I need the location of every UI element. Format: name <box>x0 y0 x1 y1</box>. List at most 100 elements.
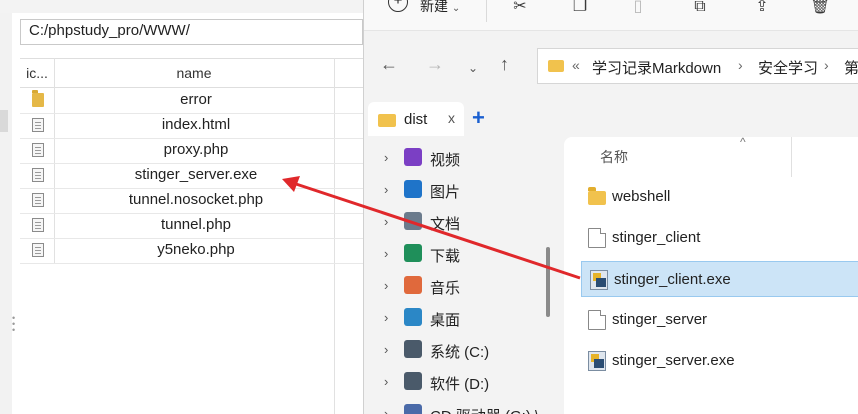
path-input[interactable]: C:/phpstudy_pro/WWW/ <box>20 19 363 45</box>
file-item[interactable]: stinger_client.exe <box>581 261 858 297</box>
breadcrumb-next[interactable]: 第 <box>844 57 858 78</box>
explorer-toolbar: + 新建 ⌄ ✂ ❐ ▯ ⧉ ⇪ 🗑 <box>364 0 858 31</box>
file-name[interactable]: tunnel.php <box>56 216 336 233</box>
desktop-icon <box>404 308 422 326</box>
file-icon <box>32 218 44 232</box>
breadcrumb-chevron-icon[interactable]: › <box>738 57 743 73</box>
executable-icon <box>590 270 608 290</box>
music-icon <box>404 276 422 294</box>
forward-icon[interactable]: → <box>426 54 444 74</box>
breadcrumb-chevron-icon[interactable]: › <box>824 57 829 73</box>
nav-item[interactable]: › 文档 <box>364 206 549 238</box>
nav-item[interactable]: › 系统 (C:) <box>364 334 549 366</box>
folder-icon <box>378 114 396 127</box>
tab-dist[interactable]: dist x <box>368 102 464 136</box>
breadcrumb-security[interactable]: 安全学习 <box>758 57 818 78</box>
tab-bar: dist x + <box>364 100 858 136</box>
file-icon <box>588 228 606 248</box>
file-item[interactable]: stinger_client <box>580 220 858 256</box>
file-item-label: stinger_client.exe <box>614 271 731 288</box>
nav-item[interactable]: › 图片 <box>364 174 549 206</box>
file-name[interactable]: tunnel.nosocket.php <box>56 191 336 208</box>
expand-chevron-icon[interactable]: › <box>384 150 388 165</box>
nav-item[interactable]: › 软件 (D:) <box>364 366 549 398</box>
nav-item-label: 音乐 <box>430 280 461 297</box>
nav-item[interactable]: › 下载 <box>364 238 549 270</box>
delete-icon[interactable]: 🗑 <box>810 0 830 15</box>
top-tab-strip <box>0 0 363 13</box>
drive-icon <box>404 372 422 390</box>
expand-chevron-icon[interactable]: › <box>384 342 388 357</box>
back-icon[interactable]: ← <box>380 54 398 74</box>
nav-item[interactable]: › 视频 <box>364 142 549 174</box>
expand-chevron-icon[interactable]: › <box>384 374 388 389</box>
nav-item-label: 视频 <box>430 152 461 169</box>
download-icon <box>404 244 422 262</box>
file-row[interactable]: tunnel.nosocket.php <box>20 188 363 214</box>
gutter-block <box>0 110 8 132</box>
nav-item[interactable]: › 音乐 <box>364 270 549 302</box>
file-name[interactable]: proxy.php <box>56 141 336 158</box>
file-name[interactable]: error <box>56 91 336 108</box>
drive-icon <box>404 340 422 358</box>
video-icon <box>404 148 422 166</box>
recent-locations-icon[interactable]: ⌄ <box>468 58 478 78</box>
paste-icon[interactable]: ▯ <box>628 0 648 15</box>
file-item[interactable]: stinger_server.exe <box>580 343 858 379</box>
file-row[interactable]: index.html <box>20 113 363 139</box>
expand-chevron-icon[interactable]: › <box>384 246 388 261</box>
nav-item-label: 系统 (C:) <box>430 344 490 361</box>
folder-icon <box>548 60 564 72</box>
cut-icon[interactable]: ✂ <box>510 0 530 15</box>
file-item-label: stinger_server.exe <box>612 352 735 369</box>
pictures-icon <box>404 180 422 198</box>
file-row[interactable]: tunnel.php <box>20 213 363 239</box>
column-divider[interactable] <box>791 137 792 177</box>
file-name[interactable]: stinger_server.exe <box>56 166 336 183</box>
nav-item-label: 软件 (D:) <box>430 376 490 393</box>
file-row[interactable]: error <box>20 88 363 114</box>
nav-item[interactable]: › CD 驱动器 (G:) \ <box>364 398 549 414</box>
file-item-label: stinger_server <box>612 311 708 328</box>
expand-chevron-icon[interactable]: › <box>384 406 388 414</box>
address-bar[interactable]: « 学习记录Markdown › 安全学习 › 第 <box>537 48 858 84</box>
nav-item-label: 下载 <box>430 248 461 265</box>
column-header-name[interactable]: 名称 <box>600 147 628 167</box>
file-row[interactable]: proxy.php <box>20 138 363 164</box>
file-icon <box>32 193 44 207</box>
nav-item[interactable]: › 桌面 <box>364 302 549 334</box>
rename-icon[interactable]: ⧉ <box>690 0 710 15</box>
copy-icon[interactable]: ❐ <box>570 0 590 15</box>
tab-label: dist <box>404 111 428 128</box>
side-gutter: • • • <box>0 13 15 414</box>
sort-chevron-icon[interactable]: ^ <box>740 135 746 149</box>
documents-icon <box>404 212 422 230</box>
expand-chevron-icon[interactable]: › <box>384 182 388 197</box>
file-row[interactable]: y5neko.php <box>20 238 363 264</box>
file-name[interactable]: index.html <box>56 116 336 133</box>
navigation-pane: › 视频 › 图片 › 文档 › 下载 › 音乐 › 桌面 › 系统 (C:) › 软件 (D:) › CD 驱动… <box>364 137 549 414</box>
new-tab-button[interactable]: + <box>472 107 485 129</box>
overflow-crumb[interactable]: « <box>572 57 580 73</box>
up-icon[interactable]: ↑ <box>500 54 509 74</box>
file-item[interactable]: webshell <box>580 179 858 215</box>
close-icon[interactable]: x <box>448 110 455 126</box>
new-plus-icon[interactable]: + <box>388 0 408 12</box>
cd-drive-icon <box>404 404 422 414</box>
column-header-name[interactable]: name <box>55 59 333 87</box>
expand-chevron-icon[interactable]: › <box>384 214 388 229</box>
file-row[interactable]: stinger_server.exe <box>20 163 363 189</box>
nav-scrollbar[interactable] <box>546 247 550 317</box>
resize-handle[interactable]: • • • <box>12 314 16 335</box>
toolbar-divider <box>486 0 487 22</box>
file-icon <box>32 243 44 257</box>
share-icon[interactable]: ⇪ <box>752 0 772 15</box>
file-name[interactable]: y5neko.php <box>56 241 336 258</box>
file-item-label: stinger_client <box>612 229 701 246</box>
column-header-icon[interactable]: ic... <box>20 59 54 87</box>
new-button[interactable]: 新建 ⌄ <box>420 0 460 16</box>
expand-chevron-icon[interactable]: › <box>384 310 388 325</box>
breadcrumb-markdown[interactable]: 学习记录Markdown <box>592 57 721 78</box>
file-item[interactable]: stinger_server <box>580 302 858 338</box>
expand-chevron-icon[interactable]: › <box>384 278 388 293</box>
